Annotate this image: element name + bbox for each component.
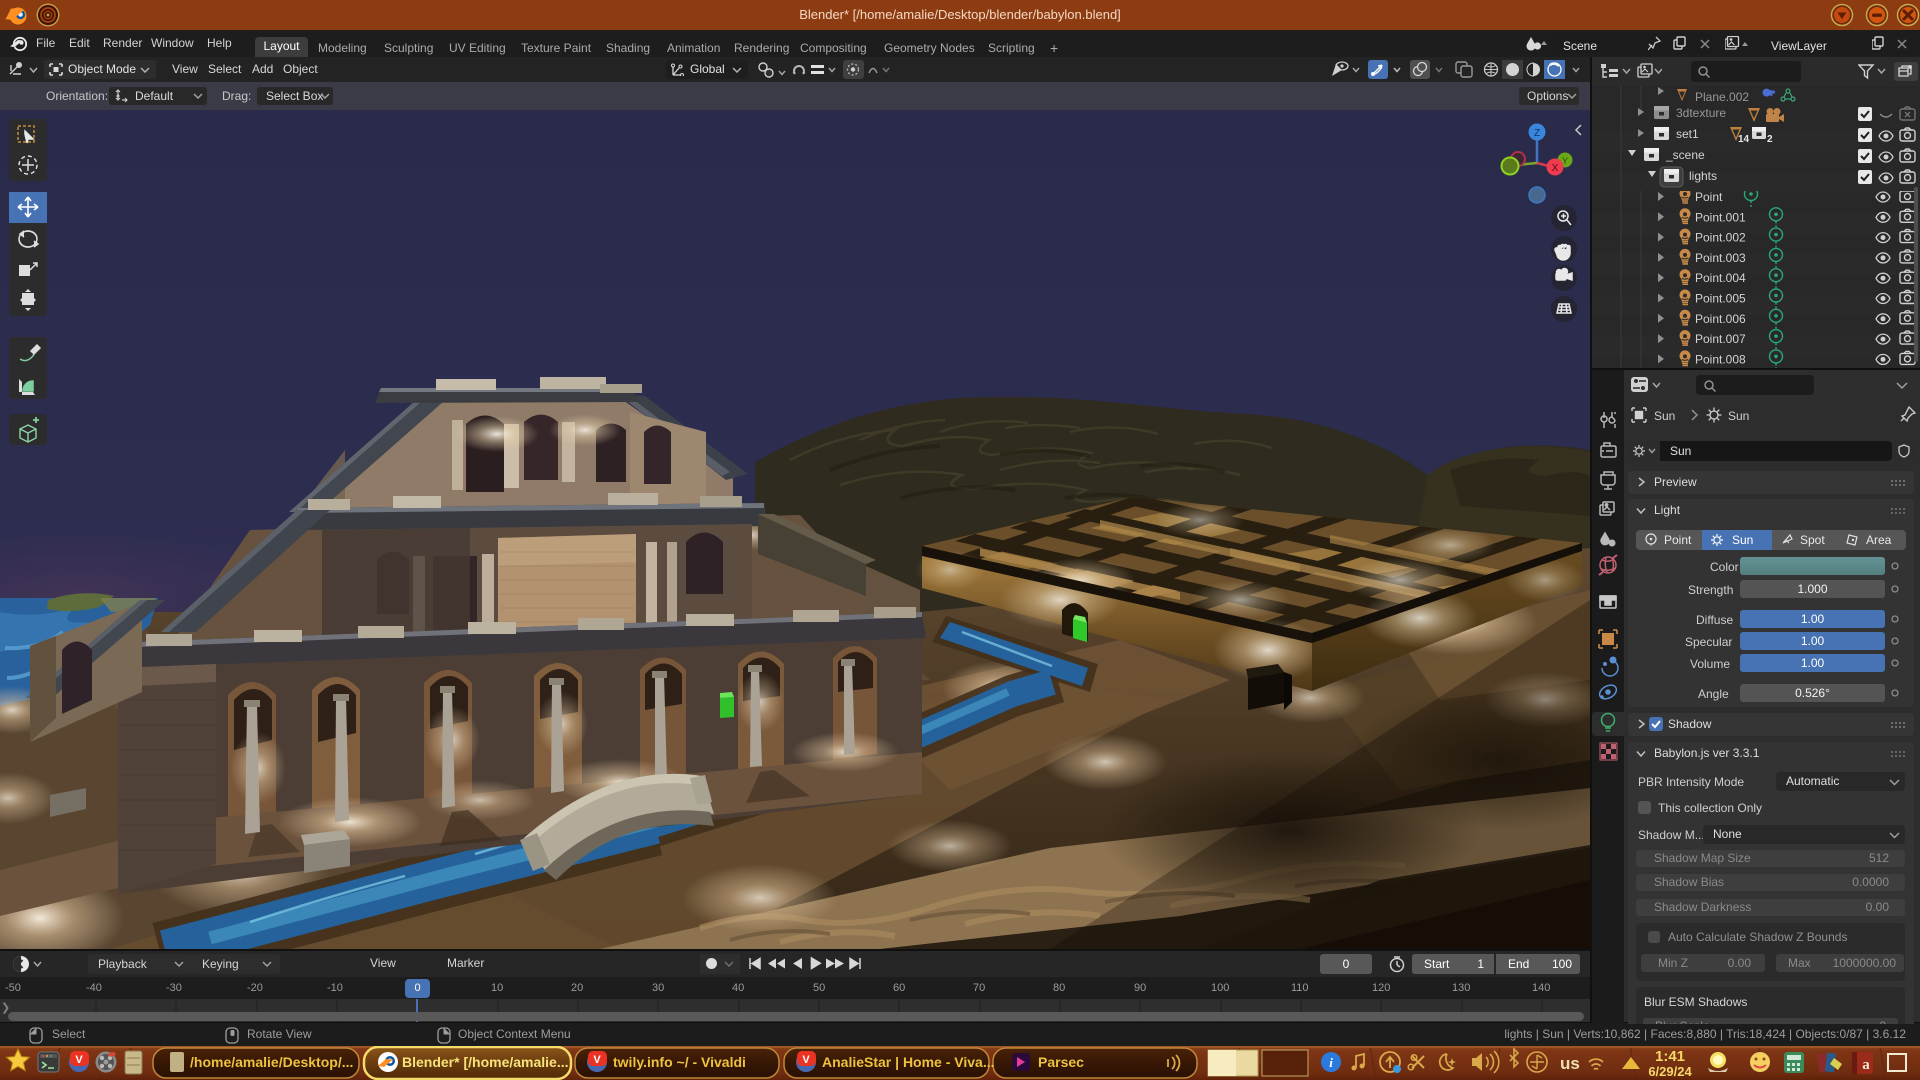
svg-text:i: i xyxy=(1329,1055,1333,1070)
svg-text:V: V xyxy=(593,1054,601,1066)
svg-text:_scene: _scene xyxy=(1665,148,1705,162)
svg-text:3dtexture: 3dtexture xyxy=(1676,106,1726,120)
svg-text:Point.004: Point.004 xyxy=(1695,271,1746,285)
svg-text:Point.005: Point.005 xyxy=(1695,292,1746,306)
svg-text:X: X xyxy=(1552,163,1559,174)
svg-text:Point.001: Point.001 xyxy=(1695,210,1746,224)
svg-text:Sun: Sun xyxy=(1728,409,1749,423)
svg-text:Blender* [/home/amalie...: Blender* [/home/amalie... xyxy=(402,1054,569,1070)
svg-text:V: V xyxy=(75,1054,83,1066)
svg-text:Point.008: Point.008 xyxy=(1695,352,1746,366)
svg-text:14: 14 xyxy=(1738,134,1750,145)
svg-text:a: a xyxy=(1862,1057,1870,1073)
svg-text:Point.002: Point.002 xyxy=(1695,231,1746,245)
svg-text:1:41: 1:41 xyxy=(1655,1048,1685,1065)
svg-text:6/29/24: 6/29/24 xyxy=(1648,1064,1692,1079)
svg-text:lights: lights xyxy=(1689,169,1717,183)
svg-text:Sun: Sun xyxy=(1654,409,1675,423)
svg-text:/home/amalie/Desktop/...: /home/amalie/Desktop/... xyxy=(190,1054,353,1070)
svg-text:us: us xyxy=(1560,1054,1580,1073)
svg-text:2: 2 xyxy=(1767,134,1773,145)
svg-text:Plane.002: Plane.002 xyxy=(1695,90,1749,104)
svg-text:twily.info ~/ - Vivaldi: twily.info ~/ - Vivaldi xyxy=(613,1054,746,1070)
svg-text:set1: set1 xyxy=(1676,127,1699,141)
svg-text:Point.003: Point.003 xyxy=(1695,251,1746,265)
svg-text:V: V xyxy=(802,1054,810,1066)
svg-text:Z: Z xyxy=(1534,128,1540,139)
svg-text:Point.006: Point.006 xyxy=(1695,312,1746,326)
svg-text:Point: Point xyxy=(1695,191,1723,204)
svg-text:AnalieStar | Home - Viva...: AnalieStar | Home - Viva... xyxy=(822,1054,995,1070)
svg-text:Parsec: Parsec xyxy=(1038,1054,1084,1070)
svg-text:Point.007: Point.007 xyxy=(1695,332,1746,346)
